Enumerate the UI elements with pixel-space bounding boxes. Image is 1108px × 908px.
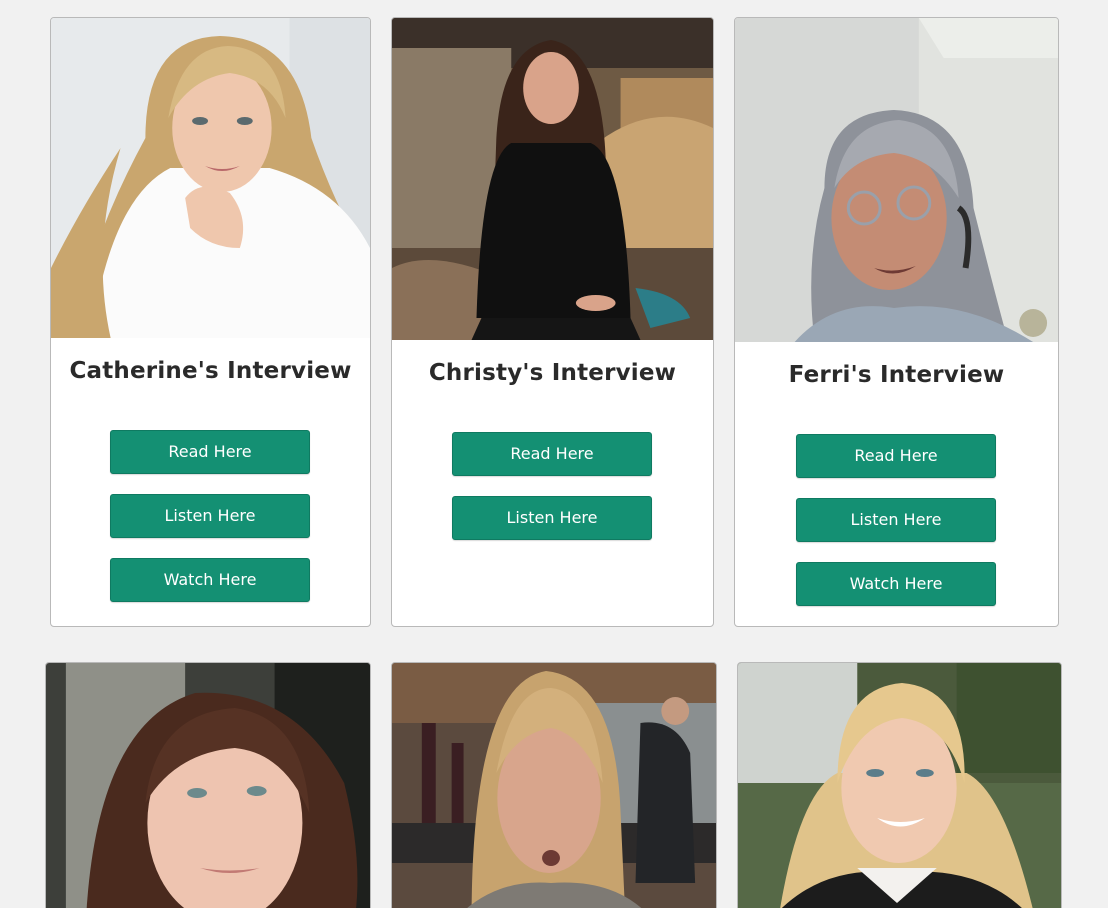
listen-here-button[interactable]: Listen Here	[452, 496, 652, 540]
interview-card-row2-2	[391, 662, 717, 908]
interviewee-photo	[392, 663, 716, 908]
interview-card-row2-1	[45, 662, 371, 908]
card-title: Christy's Interview	[428, 360, 677, 386]
card-title: Catherine's Interview	[69, 358, 352, 384]
read-here-button[interactable]: Read Here	[796, 434, 996, 478]
interviewee-photo	[738, 663, 1061, 908]
interview-card-christy: Christy's Interview Read Here Listen Her…	[391, 17, 714, 627]
read-here-button[interactable]: Read Here	[452, 432, 652, 476]
ferri-photo	[735, 18, 1058, 342]
watch-here-button[interactable]: Watch Here	[110, 558, 310, 602]
interviewee-photo	[46, 663, 370, 908]
interview-card-row2-3	[737, 662, 1062, 908]
listen-here-button[interactable]: Listen Here	[796, 498, 996, 542]
interviews-page: Catherine's Interview Read Here Listen H…	[0, 0, 1108, 908]
card-title: Ferri's Interview	[788, 362, 1005, 388]
interview-card-ferri: Ferri's Interview Read Here Listen Here …	[734, 17, 1059, 627]
catherine-photo	[51, 18, 370, 338]
read-here-button[interactable]: Read Here	[110, 430, 310, 474]
watch-here-button[interactable]: Watch Here	[796, 562, 996, 606]
listen-here-button[interactable]: Listen Here	[110, 494, 310, 538]
christy-photo	[392, 18, 713, 340]
interview-card-catherine: Catherine's Interview Read Here Listen H…	[50, 17, 371, 627]
